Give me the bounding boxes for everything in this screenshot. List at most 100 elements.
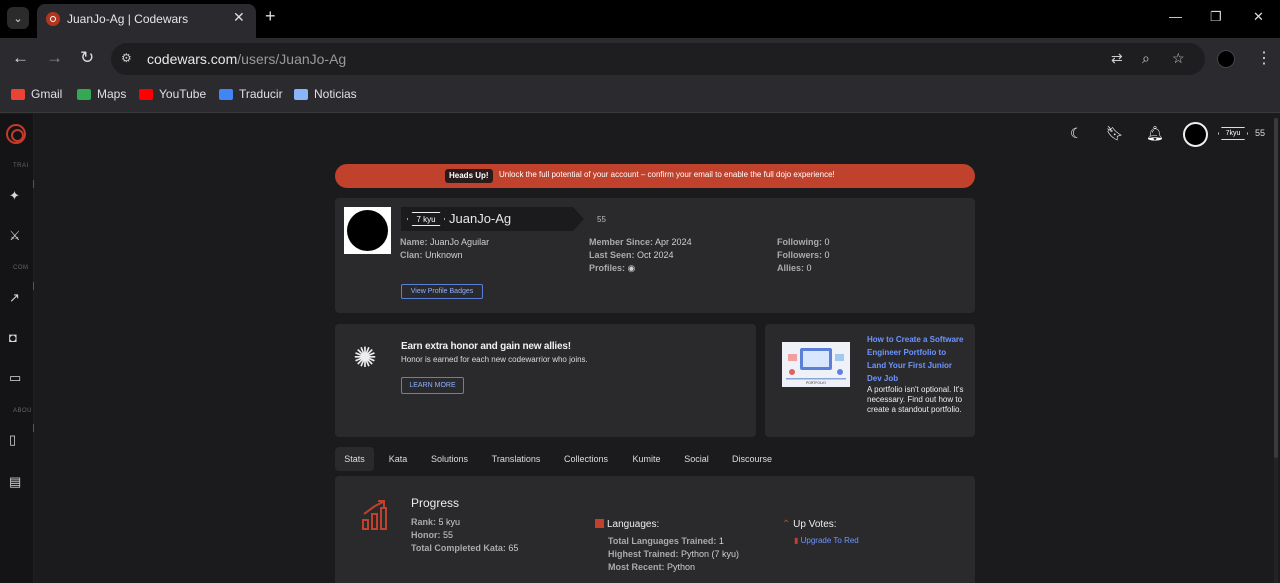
tab-stats[interactable]: Stats bbox=[335, 447, 374, 471]
forward-button[interactable]: → bbox=[46, 48, 63, 68]
practice-icon[interactable]: ✦ bbox=[9, 188, 20, 204]
leaderboards-icon[interactable]: ↗ bbox=[9, 290, 20, 306]
languages-heading: Languages: bbox=[595, 519, 659, 530]
tab-social[interactable]: Social bbox=[680, 447, 713, 471]
profile-last-seen: Last Seen: Oct 2024 bbox=[589, 250, 674, 260]
profile-following: Following: 0 bbox=[777, 237, 830, 247]
email-confirm-alert: Heads Up! Unlock the full potential of y… bbox=[335, 164, 975, 188]
stats-honor: Honor: 55 bbox=[411, 530, 454, 540]
tab-kata[interactable]: Kata bbox=[383, 447, 413, 471]
minimize-button[interactable]: — bbox=[1169, 9, 1182, 24]
browser-profile-avatar[interactable] bbox=[1217, 50, 1235, 68]
bookmarks-bar: Gmail Maps YouTube Traducir Noticias bbox=[0, 82, 1280, 113]
new-tab-button[interactable]: + bbox=[265, 6, 276, 27]
profile-card: 7 kyu JuanJo-Ag 55 Name: JuanJo Aguilar … bbox=[335, 198, 975, 313]
codewars-favicon-icon bbox=[46, 12, 60, 26]
close-tab-icon[interactable]: ✕ bbox=[233, 9, 245, 26]
tab-solutions[interactable]: Solutions bbox=[427, 447, 472, 471]
profile-tabs: Stats Kata Solutions Translations Collec… bbox=[335, 447, 975, 471]
sidebar-divider bbox=[33, 282, 34, 290]
alert-tag: Heads Up! bbox=[445, 169, 493, 183]
bookmark-star-icon[interactable]: ☆ bbox=[1172, 50, 1185, 67]
profile-name: Name: JuanJo Aguilar bbox=[400, 237, 490, 247]
scrollbar-thumb[interactable] bbox=[1274, 118, 1278, 458]
ad-text: A portfolio isn't optional. It's necessa… bbox=[867, 385, 964, 414]
notifications-icon[interactable]: 🔔︎ bbox=[1146, 125, 1164, 142]
spark-icon: ✺ bbox=[353, 342, 377, 373]
profile-honor: 55 bbox=[597, 215, 606, 224]
progress-title: Progress bbox=[411, 496, 460, 510]
profile-username: JuanJo-Ag bbox=[449, 211, 512, 226]
bookmark-traducir[interactable]: Traducir bbox=[219, 87, 283, 101]
profile-followers: Followers: 0 bbox=[777, 250, 830, 260]
address-bar[interactable]: ⚙ codewars.com/users/JuanJo-Ag ⇄ ⌕ ☆ bbox=[111, 43, 1205, 75]
languages-icon bbox=[595, 519, 604, 528]
upvotes-heading: ⌃ Up Votes: bbox=[782, 519, 837, 530]
docs-icon[interactable]: ▯ bbox=[9, 432, 16, 448]
tab-translations[interactable]: Translations bbox=[487, 447, 545, 471]
close-window-button[interactable]: ✕ bbox=[1253, 9, 1264, 25]
learn-more-button[interactable]: LEARN MORE bbox=[401, 377, 464, 394]
sidebar-section-about: ABOU bbox=[13, 408, 33, 414]
profile-profiles: Profiles: ◉ bbox=[589, 263, 636, 273]
profile-allies: Allies: 0 bbox=[777, 263, 812, 273]
discord-icon[interactable]: ◘ bbox=[9, 330, 17, 345]
url-text[interactable]: codewars.com/users/JuanJo-Ag bbox=[147, 51, 346, 67]
stats-card: Progress Rank: 5 kyu Honor: 55 Total Com… bbox=[335, 476, 975, 583]
stats-most-recent: Most Recent: Python bbox=[608, 562, 696, 572]
translate-icon[interactable]: ⇄ bbox=[1111, 50, 1123, 67]
bookmark-noticias[interactable]: Noticias bbox=[294, 87, 357, 101]
alert-text: Unlock the full potential of your accoun… bbox=[499, 170, 835, 179]
portfolio-illustration: PORTFOLIO bbox=[786, 348, 846, 385]
restore-button[interactable]: ❐ bbox=[1210, 9, 1222, 25]
user-avatar[interactable] bbox=[1183, 122, 1208, 147]
ad-card: PORTFOLIO How to Create a Software Engin… bbox=[765, 324, 975, 437]
tab-collections[interactable]: Collections bbox=[560, 447, 612, 471]
bookmark-gmail[interactable]: Gmail bbox=[11, 87, 62, 101]
browser-menu-icon[interactable]: ⋮ bbox=[1256, 48, 1272, 68]
sidebar-divider bbox=[33, 180, 34, 188]
profile-clan: Clan: Unknown bbox=[400, 250, 463, 260]
upvote-icon: ⌃ bbox=[782, 519, 794, 530]
tab-discourse[interactable]: Discourse bbox=[729, 447, 775, 471]
view-badges-button[interactable]: View Profile Badges bbox=[401, 284, 483, 299]
bookmarks-icon[interactable]: 🔖︎ bbox=[1106, 125, 1124, 142]
rank-badge: 7kyu bbox=[1218, 127, 1248, 140]
gmail-icon bbox=[11, 88, 25, 100]
browser-toolbar: ← → ↻ ⚙ codewars.com/users/JuanJo-Ag ⇄ ⌕… bbox=[0, 38, 1280, 82]
forum-icon[interactable]: ▭ bbox=[9, 370, 21, 386]
tab-kumite[interactable]: Kumite bbox=[629, 447, 664, 471]
codewars-logo-icon[interactable] bbox=[6, 124, 26, 144]
youtube-icon bbox=[139, 88, 153, 100]
browser-tabstrip: ⌄ JuanJo-Ag | Codewars ✕ + — ❐ ✕ bbox=[0, 0, 1280, 38]
dojo-icon[interactable]: ⚔ bbox=[9, 228, 21, 244]
profile-avatar bbox=[344, 207, 391, 254]
stats-rank: Rank: 5 kyu bbox=[411, 517, 461, 527]
app-sidebar: TRAI ✦ ⚔ COM ↗ ◘ ▭ ABOU ▯ ▤ bbox=[0, 114, 34, 583]
upgrade-to-red-link[interactable]: ▮ Upgrade To Red bbox=[794, 536, 859, 545]
dark-mode-icon[interactable]: ☾ bbox=[1070, 125, 1083, 142]
progress-chart-icon bbox=[362, 500, 387, 530]
site-info-icon[interactable]: ⚙ bbox=[121, 51, 132, 65]
tab-search-button[interactable]: ⌄ bbox=[7, 7, 29, 29]
stats-kata: Total Completed Kata: 65 bbox=[411, 543, 519, 553]
allies-promo-card: ✺ Earn extra honor and gain new allies! … bbox=[335, 324, 756, 437]
blog-icon[interactable]: ▤ bbox=[9, 474, 21, 490]
badge-icon: ▮ bbox=[794, 536, 801, 545]
honor-count: 55 bbox=[1255, 128, 1266, 138]
ad-image[interactable]: PORTFOLIO bbox=[782, 342, 850, 387]
sidebar-section-community: COM bbox=[13, 265, 29, 271]
translate-bookmark-icon bbox=[219, 88, 233, 100]
profile-rank-badge: 7 kyu bbox=[407, 212, 445, 226]
zoom-icon[interactable]: ⌕ bbox=[1142, 50, 1150, 67]
back-button[interactable]: ← bbox=[12, 48, 29, 68]
bookmark-maps[interactable]: Maps bbox=[77, 87, 126, 101]
sidebar-divider bbox=[33, 424, 34, 432]
ad-title-link[interactable]: How to Create a Software Engineer Portfo… bbox=[867, 333, 967, 385]
browser-tab[interactable]: JuanJo-Ag | Codewars ✕ bbox=[37, 4, 256, 38]
tab-title: JuanJo-Ag | Codewars bbox=[67, 12, 189, 26]
bookmark-youtube[interactable]: YouTube bbox=[139, 87, 206, 101]
github-icon[interactable]: ◉ bbox=[628, 263, 636, 273]
reload-button[interactable]: ↻ bbox=[80, 48, 94, 68]
allies-subtitle: Honor is earned for each new codewarrior… bbox=[401, 355, 588, 364]
